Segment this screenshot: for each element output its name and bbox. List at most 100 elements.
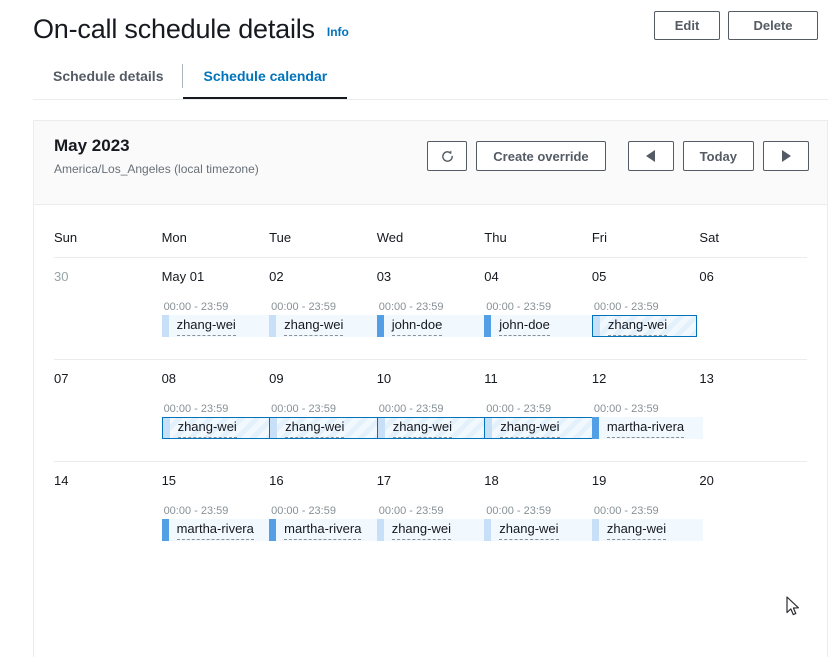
calendar-day-cell[interactable]: zhang-wei: [376, 417, 489, 439]
event-accent-bar: [591, 417, 599, 439]
page-root: On-call schedule details Info Edit Delet…: [0, 0, 832, 657]
day-number[interactable]: 13: [699, 370, 807, 388]
day-number[interactable]: 04: [484, 268, 592, 286]
event-time-label: 00:00 - 23:59: [593, 403, 659, 415]
day-number[interactable]: 16: [269, 472, 377, 490]
refresh-button[interactable]: [427, 141, 468, 171]
calendar-week-row: 07 08 09 10 11 12 13 00:00 - 23:59 00:00 - 23:59…: [54, 359, 807, 461]
day-number[interactable]: 10: [377, 370, 485, 388]
day-number[interactable]: 06: [699, 268, 807, 286]
calendar-event[interactable]: martha-rivera: [591, 417, 704, 439]
week-time-row: 00:00 - 23:59 00:00 - 23:59 00:00 - 23:59 0…: [54, 402, 807, 416]
event-accent-bar: [484, 315, 492, 337]
event-time-label: 00:00 - 23:59: [593, 301, 659, 313]
edit-button[interactable]: Edit: [654, 11, 720, 40]
calendar-day-cell[interactable]: zhang-wei: [376, 519, 489, 541]
calendar-day-cell[interactable]: john-doe: [376, 315, 489, 337]
calendar-nav-group: Today: [627, 141, 809, 171]
event-time-label: [699, 300, 807, 314]
event-assignee-label: zhang-wei: [499, 520, 559, 540]
next-month-button[interactable]: [763, 141, 809, 171]
day-number[interactable]: 20: [699, 472, 807, 490]
event-time-label: 00:00 - 23:59: [486, 301, 552, 313]
day-number[interactable]: 07: [54, 370, 162, 388]
event-time-label: 00:00 - 23:59: [486, 505, 552, 517]
day-number[interactable]: 03: [377, 268, 485, 286]
event-time-label: 00:00 - 23:59: [378, 505, 444, 517]
calendar-event[interactable]: zhang-wei: [376, 417, 489, 439]
delete-button[interactable]: Delete: [728, 11, 818, 40]
day-number[interactable]: 30: [54, 268, 162, 286]
page-title: On-call schedule details: [33, 14, 315, 44]
calendar-event[interactable]: zhang-wei: [161, 417, 274, 439]
calendar-event[interactable]: zhang-wei: [484, 417, 596, 439]
calendar-event[interactable]: martha-rivera: [161, 519, 274, 541]
event-assignee-label: zhang-wei: [177, 418, 237, 438]
calendar-event[interactable]: zhang-wei: [591, 315, 698, 337]
calendar-day-cell[interactable]: [54, 519, 162, 541]
calendar-day-cell[interactable]: zhang-wei: [161, 315, 274, 337]
day-number[interactable]: 02: [269, 268, 377, 286]
calendar-day-cell[interactable]: zhang-wei: [591, 519, 704, 541]
calendar-day-cell[interactable]: zhang-wei: [591, 315, 700, 337]
day-number[interactable]: 12: [592, 370, 700, 388]
triangle-left-icon: [646, 150, 656, 162]
calendar-day-cell[interactable]: [699, 315, 807, 337]
event-time-label: [699, 504, 807, 518]
create-override-button[interactable]: Create override: [476, 141, 606, 171]
calendar-event[interactable]: zhang-wei: [591, 519, 704, 541]
calendar-day-cell[interactable]: zhang-wei: [161, 417, 274, 439]
day-number[interactable]: 17: [377, 472, 485, 490]
day-number[interactable]: May 01: [162, 268, 270, 286]
day-number[interactable]: 08: [162, 370, 270, 388]
calendar-day-cell[interactable]: zhang-wei: [484, 417, 596, 439]
calendar-day-cell[interactable]: zhang-wei: [269, 417, 381, 439]
calendar-day-cell[interactable]: [699, 519, 807, 541]
day-number[interactable]: 05: [592, 268, 700, 286]
day-number[interactable]: 19: [592, 472, 700, 490]
event-assignee-label: martha-rivera: [284, 520, 362, 540]
calendar-day-cell[interactable]: martha-rivera: [161, 519, 274, 541]
calendar-day-cell[interactable]: [699, 417, 807, 439]
day-number[interactable]: 11: [484, 370, 592, 388]
info-link[interactable]: Info: [327, 25, 349, 39]
calendar-event[interactable]: zhang-wei: [161, 315, 274, 337]
event-time-label: 00:00 - 23:59: [163, 505, 229, 517]
calendar-week-row: 14 15 16 17 18 19 20 00:00 - 23:59 00:00 - 23:59…: [54, 461, 807, 563]
page-header: On-call schedule details Info Edit Delet…: [0, 0, 832, 56]
tab-schedule-calendar[interactable]: Schedule calendar: [183, 56, 347, 100]
calendar-event[interactable]: john-doe: [376, 315, 489, 337]
event-accent-bar: [269, 315, 277, 337]
today-button[interactable]: Today: [682, 141, 754, 171]
calendar-event[interactable]: zhang-wei: [269, 315, 381, 337]
previous-month-button[interactable]: [627, 141, 674, 171]
event-assignee-label: zhang-wei: [284, 316, 344, 336]
calendar-event[interactable]: martha-rivera: [269, 519, 381, 541]
dow-sat: Sat: [699, 230, 719, 245]
triangle-right-icon: [781, 150, 791, 162]
calendar-day-cell[interactable]: martha-rivera: [591, 417, 704, 439]
event-time-label: 00:00 - 23:59: [271, 505, 336, 517]
event-time-label: 00:00 - 23:59: [163, 403, 229, 415]
event-accent-bar: [269, 519, 277, 541]
calendar-day-cell[interactable]: zhang-wei: [269, 315, 381, 337]
calendar-event[interactable]: zhang-wei: [269, 417, 381, 439]
refresh-icon: [441, 150, 453, 162]
calendar-day-cell[interactable]: zhang-wei: [484, 519, 596, 541]
calendar-card: May 2023 America/Los_Angeles (local time…: [33, 120, 828, 657]
calendar-day-cell[interactable]: martha-rivera: [269, 519, 381, 541]
day-number[interactable]: 14: [54, 472, 162, 490]
calendar-day-cell[interactable]: [54, 417, 162, 439]
day-number[interactable]: 18: [484, 472, 592, 490]
week-date-row: 30 May 01 02 03 04 05 06: [54, 268, 807, 286]
calendar-event[interactable]: zhang-wei: [484, 519, 596, 541]
day-number[interactable]: 15: [162, 472, 270, 490]
event-accent-bar: [592, 316, 600, 336]
calendar-event[interactable]: zhang-wei: [376, 519, 489, 541]
day-number[interactable]: 09: [269, 370, 377, 388]
calendar-event[interactable]: john-doe: [484, 315, 596, 337]
calendar-day-cell[interactable]: john-doe: [484, 315, 596, 337]
calendar-day-cell[interactable]: [54, 315, 162, 337]
event-assignee-label: zhang-wei: [606, 520, 667, 540]
tab-schedule-details[interactable]: Schedule details: [33, 56, 184, 96]
